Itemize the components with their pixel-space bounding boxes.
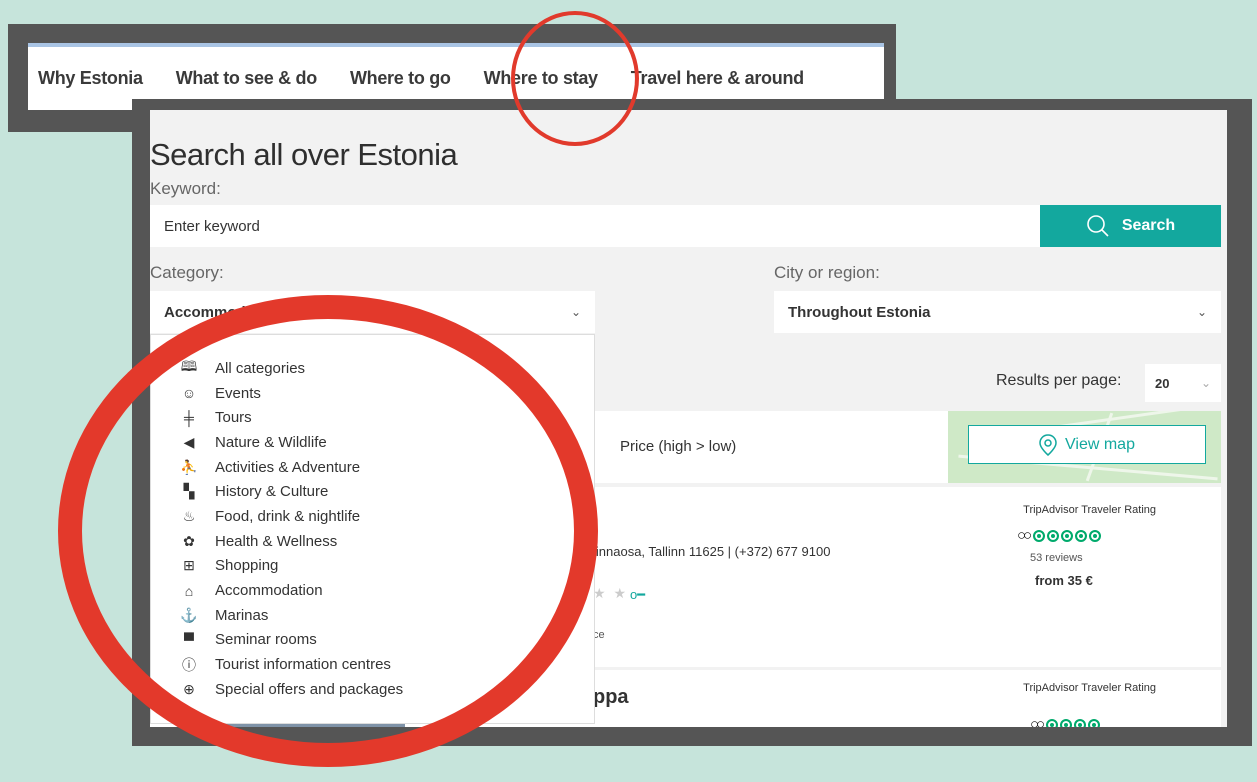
rating-bubble — [1075, 529, 1088, 542]
view-map-button[interactable]: View map — [968, 425, 1206, 464]
review-count[interactable]: 53 reviews — [1030, 552, 1083, 564]
tripadvisor-label: TripAdvisor Traveler Rating — [1023, 504, 1156, 516]
rating-bubble — [1047, 529, 1060, 542]
view-map-label: View map — [1065, 435, 1135, 453]
rating-bubble — [1060, 718, 1073, 727]
key-icon: o━ — [630, 587, 646, 602]
nav-where-to-go[interactable]: Where to go — [350, 68, 451, 89]
tripadvisor-owl-icon: ○○ — [1030, 716, 1045, 727]
highlight-circle-dropdown — [58, 295, 598, 767]
nav-what-to-see[interactable]: What to see & do — [176, 68, 318, 89]
keyword-input[interactable] — [150, 205, 1040, 247]
results-per-page-label: Results per page: — [996, 372, 1122, 389]
search-icon — [1087, 215, 1109, 237]
region-label: City or region: — [774, 263, 880, 282]
results-per-page-select[interactable]: 20 ⌄ — [1145, 364, 1221, 402]
rating-bubble — [1033, 529, 1046, 542]
sort-price-option[interactable]: Price (high > low) — [620, 438, 736, 455]
chevron-down-icon: ⌄ — [570, 305, 581, 319]
star-rating: ★ ★ — [593, 585, 628, 601]
tripadvisor-rating: ○○ — [1017, 527, 1103, 544]
region-select[interactable]: Throughout Estonia ⌄ — [774, 291, 1221, 333]
results-per-page-value: 20 — [1155, 375, 1170, 391]
tripadvisor-label: TripAdvisor Traveler Rating — [1023, 682, 1156, 694]
result-address: linnaosa, Tallinn 11625 | (+372) 677 910… — [593, 544, 831, 559]
map-pin-icon — [1039, 433, 1057, 456]
rating-bubble — [1061, 529, 1074, 542]
nav-why-estonia[interactable]: Why Estonia — [38, 68, 143, 89]
nav-travel-here[interactable]: Travel here & around — [631, 68, 804, 89]
page-title: Search all over Estonia — [150, 137, 458, 172]
tripadvisor-owl-icon: ○○ — [1017, 527, 1032, 544]
tripadvisor-rating: ○○ — [1030, 716, 1102, 727]
category-label: Category: — [150, 263, 224, 282]
chevron-down-icon: ⌄ — [1196, 305, 1207, 319]
rating-bubble — [1046, 718, 1059, 727]
rating-bubble — [1074, 718, 1087, 727]
highlight-circle-nav — [511, 11, 639, 146]
price-from: from 35 € — [1035, 573, 1093, 588]
keyword-label: Keyword: — [150, 179, 221, 198]
search-button[interactable]: Search — [1040, 205, 1221, 247]
rating-bubble — [1089, 529, 1102, 542]
rating-bubble — [1088, 718, 1101, 727]
chevron-down-icon: ⌄ — [1200, 376, 1211, 390]
region-value: Throughout Estonia — [788, 303, 931, 321]
result-title[interactable]: ppa — [593, 686, 629, 709]
search-button-label: Search — [1121, 217, 1176, 234]
